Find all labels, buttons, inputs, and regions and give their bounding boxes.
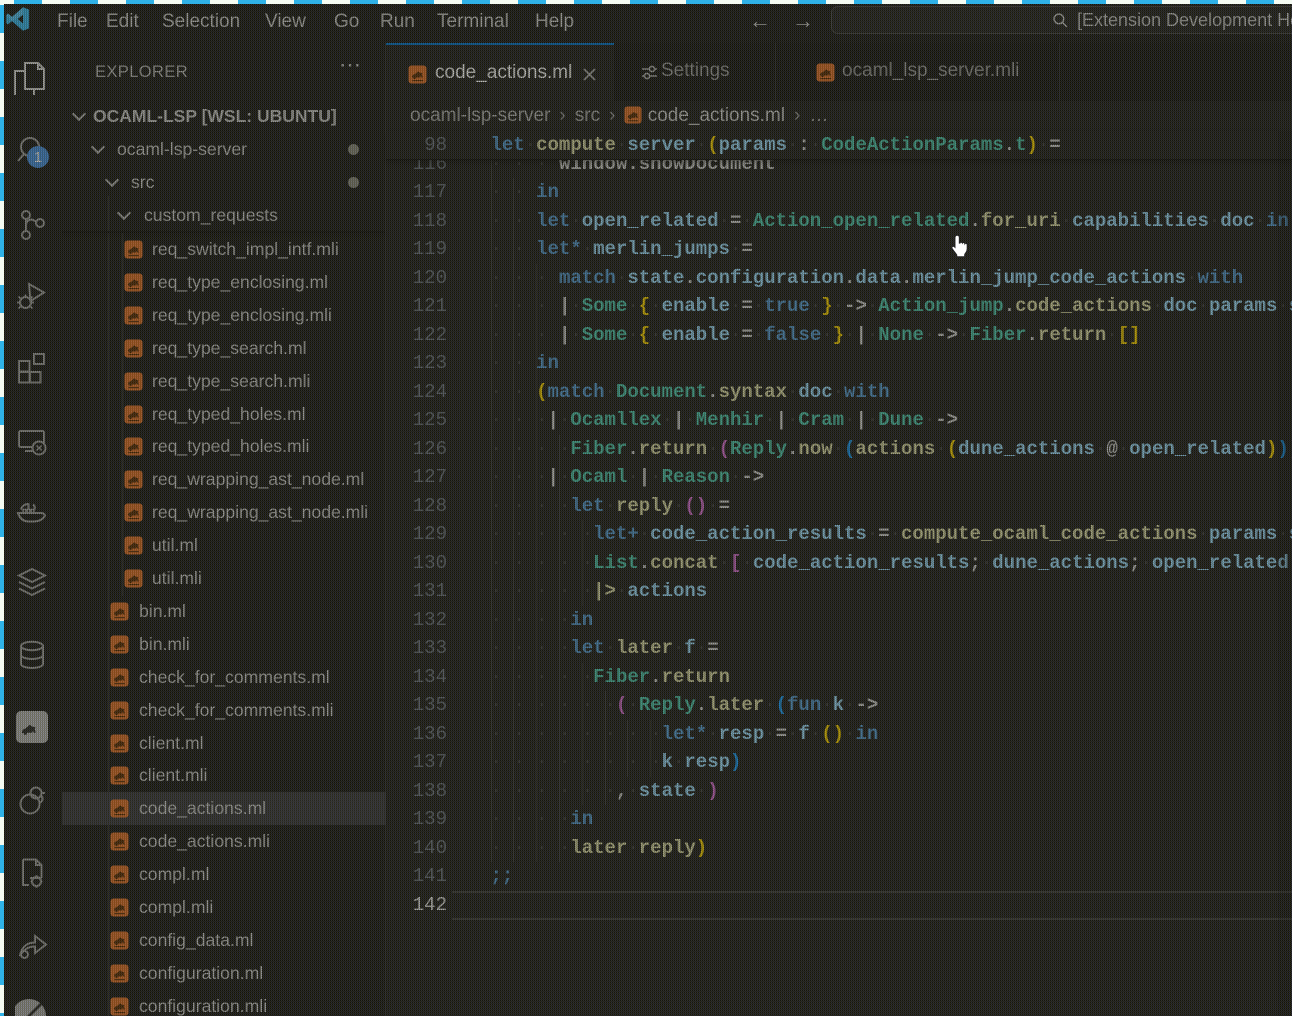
svg-text:1: 1 bbox=[34, 150, 42, 166]
